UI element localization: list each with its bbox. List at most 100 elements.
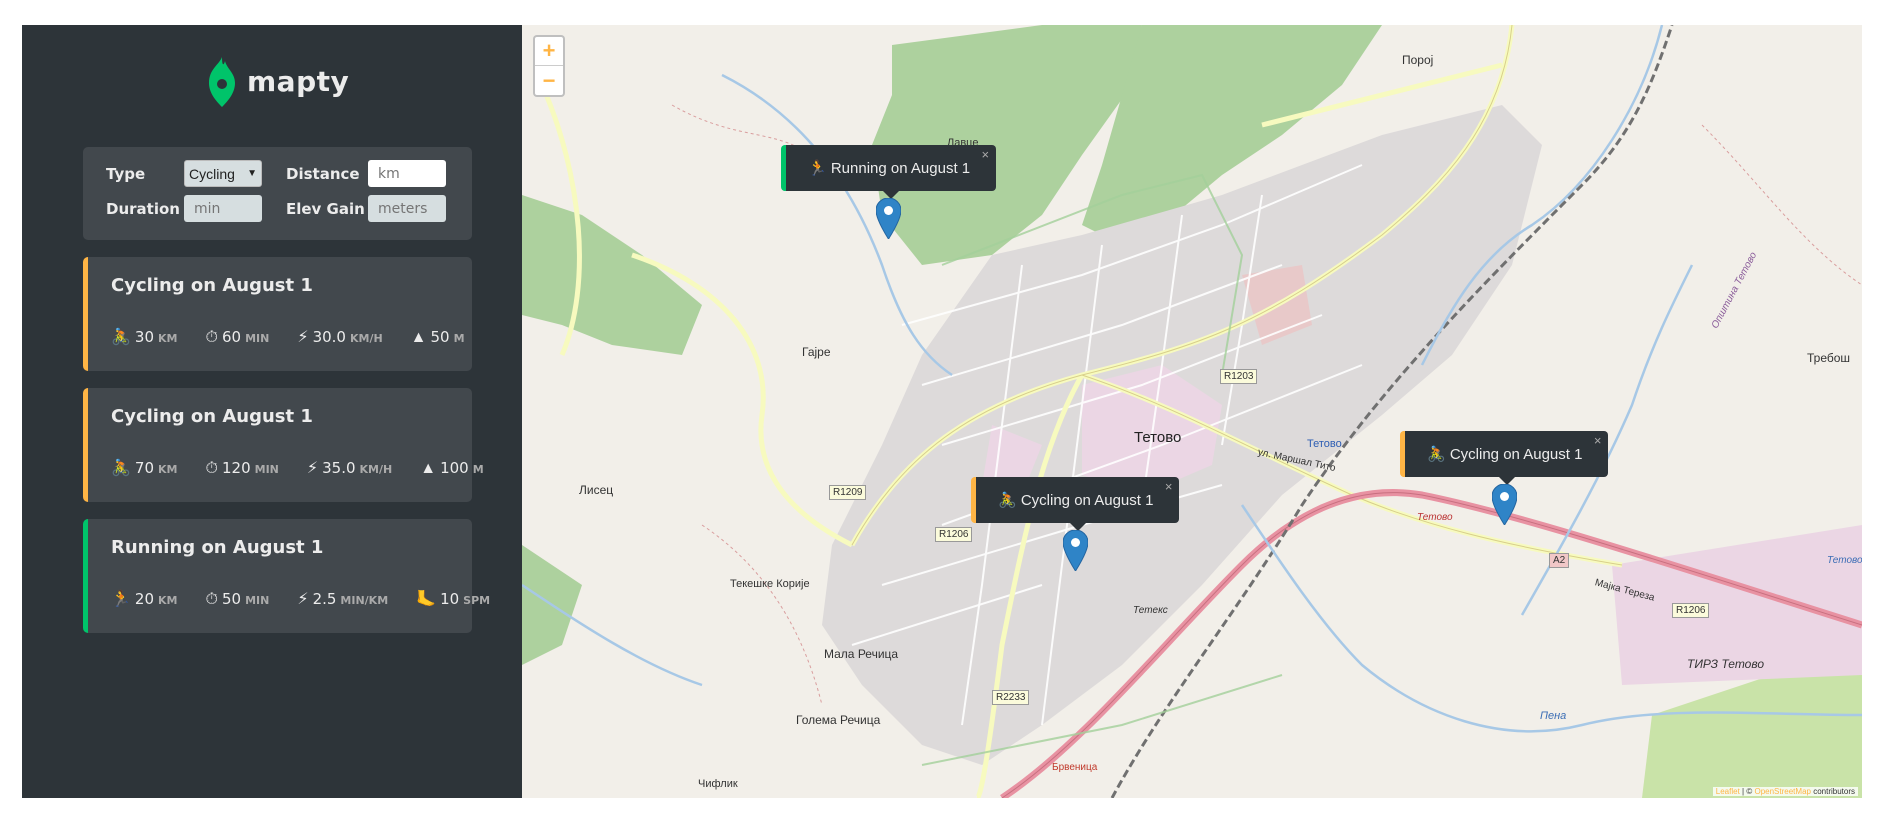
duration-unit: min bbox=[245, 594, 270, 607]
close-icon[interactable]: × bbox=[1594, 433, 1602, 448]
map-label: Брвеница bbox=[1052, 762, 1098, 773]
road-shield: R1203 bbox=[1220, 369, 1258, 384]
map-label: ТИРЗ Тетово bbox=[1687, 657, 1765, 671]
workout-title: Cycling on August 1 bbox=[111, 275, 313, 296]
workout-popup[interactable]: 🏃 Running on August 1 × bbox=[781, 145, 997, 199]
lightning-icon: ⚡ bbox=[306, 460, 319, 477]
speed-unit: km/h bbox=[359, 463, 393, 476]
map-label: Тетово bbox=[1307, 438, 1342, 450]
map-attribution: Leaflet | © OpenStreetMap contributors bbox=[1712, 787, 1858, 796]
duration-detail: ⏱ 120 min bbox=[206, 459, 279, 478]
workout-details: 🏃 20 km ⏱ 50 min ⚡ 2.5 min/km 🦶 10 bbox=[111, 589, 518, 609]
attribution-separator: | © bbox=[1742, 787, 1753, 796]
map-label: Тетово bbox=[1417, 512, 1453, 523]
distance-row: Distance bbox=[286, 160, 446, 187]
duration-unit: min bbox=[254, 463, 279, 476]
distance-unit: km bbox=[158, 332, 178, 345]
distance-detail: 🏃 20 km bbox=[111, 589, 178, 609]
road-shield: R1206 bbox=[1672, 603, 1710, 618]
map-marker-icon[interactable] bbox=[876, 198, 901, 239]
logo-text: mapty bbox=[247, 64, 350, 98]
map-label: Текешке Корије bbox=[730, 578, 810, 590]
cadence-value: 10 bbox=[440, 590, 460, 608]
duration-value: 50 bbox=[221, 590, 242, 608]
map-tiles bbox=[522, 25, 1862, 798]
location-pin-icon bbox=[209, 57, 235, 107]
map-label: Лисец bbox=[579, 483, 614, 497]
workout-details: 🚴 70 km ⏱ 120 min ⚡ 35.0 km/h ▲ 100 bbox=[111, 458, 512, 478]
speed-unit: km/h bbox=[349, 332, 383, 345]
close-icon[interactable]: × bbox=[1165, 479, 1173, 494]
elev-label: Elev Gain bbox=[286, 199, 365, 218]
road-shield: R2233 bbox=[992, 690, 1030, 705]
workout-popup[interactable]: 🚴 Cycling on August 1 × bbox=[971, 477, 1180, 531]
workout-form: Type Cycling ▼ Distance Duration Elev Ga… bbox=[83, 147, 472, 240]
bicycle-icon: 🚴 bbox=[111, 329, 131, 346]
mountain-icon: ▲ bbox=[410, 329, 427, 346]
duration-row: Duration bbox=[106, 195, 262, 222]
stopwatch-icon: ⏱ bbox=[205, 460, 218, 477]
stopwatch-icon: ⏱ bbox=[205, 591, 218, 608]
close-icon[interactable]: × bbox=[982, 147, 990, 162]
elevation-unit: m bbox=[453, 332, 465, 345]
road-shield: R1209 bbox=[829, 485, 867, 500]
osm-link[interactable]: OpenStreetMap bbox=[1754, 787, 1810, 796]
mountain-icon: ▲ bbox=[420, 460, 437, 477]
duration-input[interactable] bbox=[184, 195, 262, 222]
map-label: Тетекс bbox=[1133, 605, 1168, 616]
elevation-value: 100 bbox=[440, 459, 469, 477]
pace-unit: min/km bbox=[340, 594, 389, 607]
footprint-icon: 🦶 bbox=[416, 591, 437, 608]
map-label: Мала Речица bbox=[824, 647, 899, 661]
workout-item[interactable]: Cycling on August 1 🚴 70 km ⏱ 120 min ⚡ … bbox=[83, 388, 484, 502]
chevron-down-icon: ▼ bbox=[247, 168, 257, 179]
speed-value: 30.0 bbox=[312, 328, 346, 346]
app: mapty Type Cycling ▼ Distance Duration E… bbox=[22, 25, 1862, 798]
elevation-detail: ▲ 100 m bbox=[420, 459, 483, 478]
road-shield: A2 bbox=[1549, 553, 1570, 568]
distance-value: 20 bbox=[134, 590, 155, 608]
logo: mapty bbox=[207, 55, 349, 107]
elev-input[interactable] bbox=[368, 195, 446, 222]
running-icon: 🏃 bbox=[111, 591, 131, 608]
attribution-contributors: contributors bbox=[1813, 787, 1855, 796]
sidebar: mapty Type Cycling ▼ Distance Duration E… bbox=[22, 25, 522, 798]
distance-input[interactable] bbox=[368, 160, 446, 187]
stopwatch-icon: ⏱ bbox=[205, 329, 218, 346]
distance-detail: 🚴 70 km bbox=[111, 458, 178, 478]
distance-label: Distance bbox=[286, 164, 360, 183]
distance-unit: km bbox=[158, 463, 178, 476]
map-marker-icon[interactable] bbox=[1063, 530, 1088, 571]
elevation-detail: ▲ 50 m bbox=[411, 328, 465, 347]
elevation-value: 50 bbox=[430, 328, 450, 346]
type-select[interactable]: Cycling ▼ bbox=[184, 160, 262, 187]
lightning-icon: ⚡ bbox=[297, 591, 309, 608]
map-label: Гајре bbox=[802, 345, 831, 359]
distance-unit: km bbox=[158, 594, 178, 607]
elevation-unit: m bbox=[472, 463, 484, 476]
zoom-out-button[interactable]: − bbox=[535, 66, 563, 95]
workout-title: Cycling on August 1 bbox=[111, 406, 313, 427]
popup-text: 🚴 Cycling on August 1 bbox=[998, 492, 1154, 509]
workout-title: Running on August 1 bbox=[111, 537, 324, 558]
leaflet-link[interactable]: Leaflet bbox=[1716, 787, 1740, 796]
workout-item[interactable]: Cycling on August 1 🚴 30 km ⏱ 60 min ⚡ 3… bbox=[83, 257, 472, 371]
map-label: Чифлик bbox=[698, 778, 738, 790]
distance-detail: 🚴 30 km bbox=[111, 327, 178, 347]
road-shield: R1206 bbox=[935, 527, 973, 542]
workout-item[interactable]: Running on August 1 🏃 20 km ⏱ 50 min ⚡ 2… bbox=[83, 519, 490, 633]
distance-value: 30 bbox=[134, 328, 155, 346]
duration-detail: ⏱ 50 min bbox=[206, 590, 270, 609]
workout-popup[interactable]: 🚴 Cycling on August 1 × bbox=[1400, 431, 1609, 485]
map-label: Требош bbox=[1807, 351, 1851, 365]
type-label: Type bbox=[106, 164, 146, 183]
popup-text: 🚴 Cycling on August 1 bbox=[1427, 446, 1583, 463]
pace-detail: ⚡ 2.5 min/km bbox=[297, 589, 388, 609]
map-marker-icon[interactable] bbox=[1492, 484, 1517, 525]
zoom-in-button[interactable]: + bbox=[535, 37, 563, 66]
type-row: Type Cycling ▼ bbox=[106, 160, 262, 187]
pace-value: 2.5 bbox=[312, 590, 337, 608]
map-label: Порој bbox=[1402, 53, 1434, 67]
lightning-icon: ⚡ bbox=[297, 329, 309, 346]
map[interactable]: + − Тетово Порој Гајре Лисец Текешке Кор… bbox=[522, 25, 1862, 798]
